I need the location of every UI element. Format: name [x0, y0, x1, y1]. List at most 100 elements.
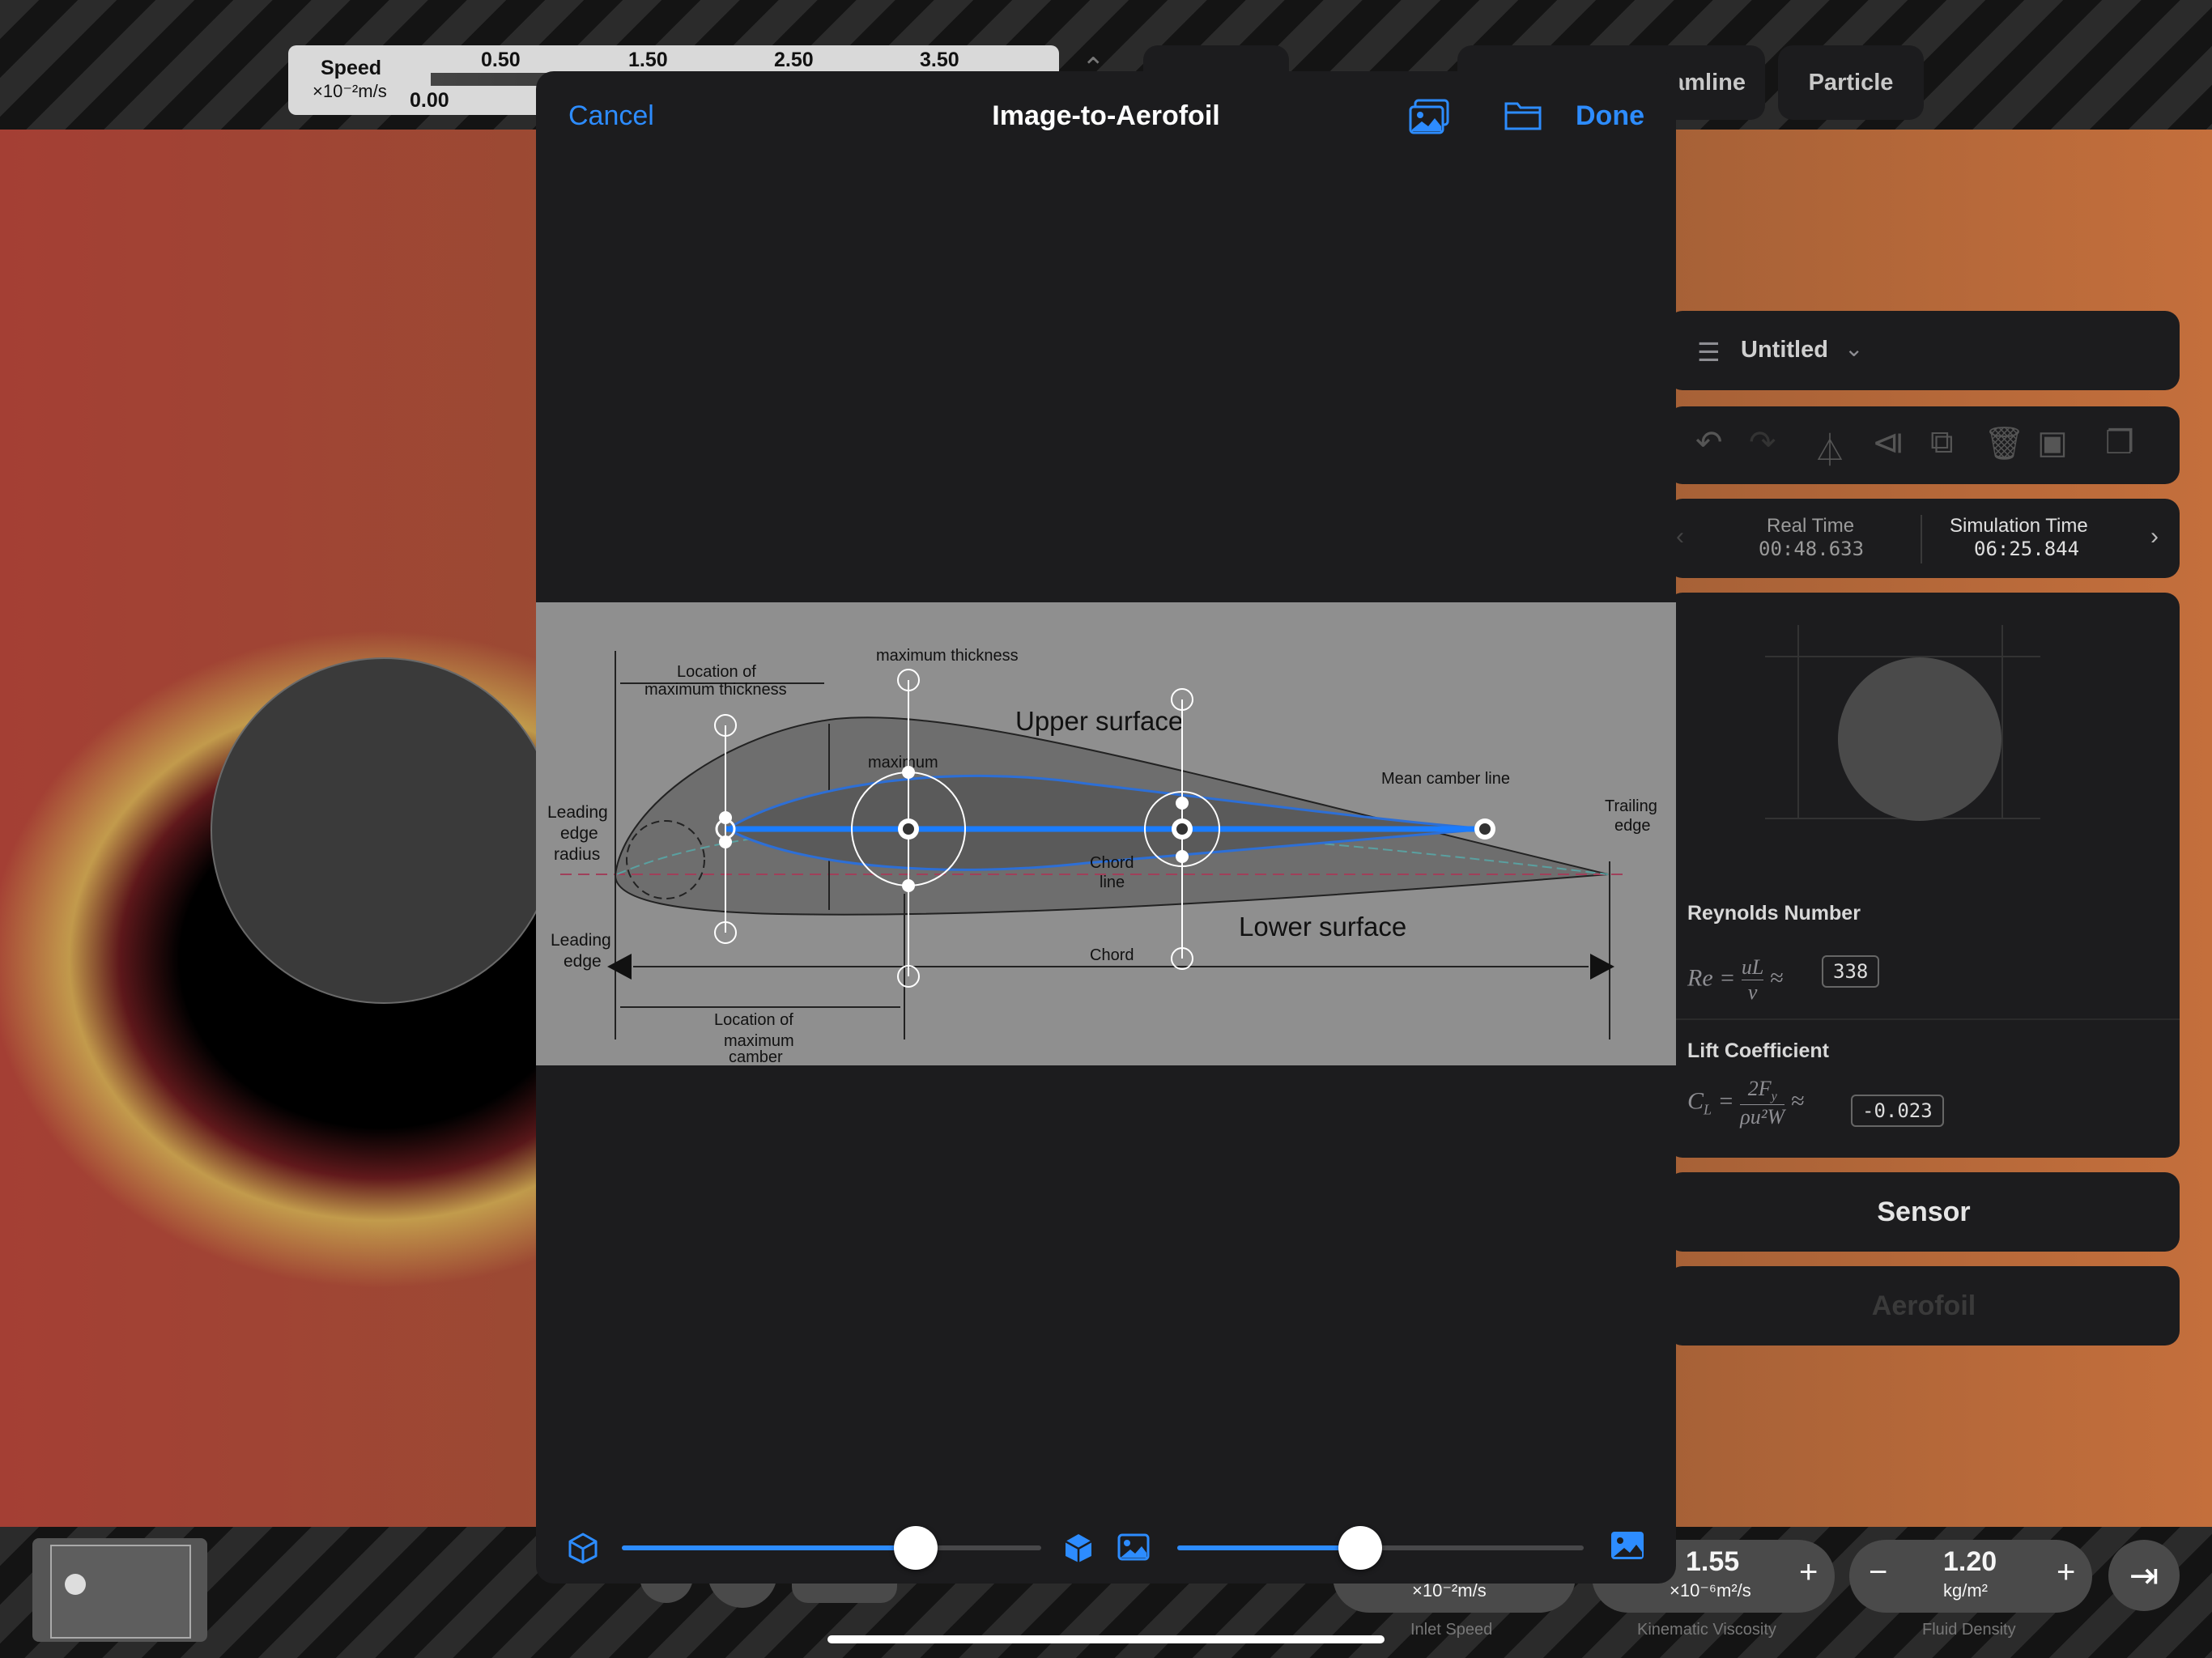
label-chord-line: Chord [1090, 854, 1134, 872]
density-minus-button[interactable]: − [1869, 1554, 1887, 1591]
list-icon: ☰ [1697, 338, 1721, 367]
sim-time-label: Simulation Time [1950, 515, 2088, 537]
density-stepper[interactable]: − 1.20 kg/m² + [1849, 1540, 2092, 1613]
time-divider [1921, 515, 1922, 563]
metric-divider [1668, 1018, 2180, 1020]
chord-arrow-right [1590, 954, 1614, 980]
sensor-button[interactable]: Sensor [1668, 1172, 2180, 1252]
done-button[interactable]: Done [1576, 100, 1644, 132]
label-loc-max-camber: maximum [724, 1032, 794, 1050]
edit-toolbar [1668, 406, 2180, 484]
speed-legend-tick: 0.50 [481, 49, 521, 71]
viscosity-caption: Kinematic Viscosity [1637, 1621, 1776, 1639]
folder-icon[interactable] [1504, 99, 1542, 131]
handle-center-dot [1176, 823, 1188, 835]
label-leading-edge: Leading [551, 931, 611, 950]
opacity-slider-thumb[interactable] [894, 1526, 938, 1570]
density-caption: Fluid Density [1922, 1621, 2016, 1639]
image-opacity-slider-thumb[interactable] [1338, 1526, 1382, 1570]
reynolds-value: 338 [1822, 955, 1880, 988]
aerofoil-diagram: Location of maximum thickness maximum th… [547, 647, 1657, 1065]
flip-vertical-icon[interactable]: ⏃ [1814, 424, 1846, 471]
duplicate-icon[interactable]: ⧉ [1930, 424, 1954, 461]
label-max-thickness: maximum thickness [876, 647, 1019, 665]
chevron-right-icon[interactable]: › [2150, 523, 2159, 551]
handle-lower-point[interactable] [902, 879, 915, 892]
label-le-radius: Leading [547, 803, 608, 822]
trash-icon[interactable]: 🗑 [1984, 424, 2025, 462]
flip-horizontal-icon[interactable]: ⧏ [1872, 424, 1904, 461]
source-image[interactable]: Location of maximum thickness maximum th… [536, 602, 1676, 1065]
speed-legend-min: 0.00 [410, 89, 449, 112]
reynolds-formula: Re = uL ν ≈ [1687, 955, 1784, 1004]
speed-legend-tick: 2.50 [774, 49, 814, 71]
collapse-panel-icon[interactable]: ⇥ [2108, 1540, 2180, 1611]
minimap[interactable] [32, 1538, 207, 1642]
shape-preview [1838, 657, 2001, 821]
aerofoil-button[interactable]: Aerofoil [1668, 1266, 2180, 1346]
image-large-icon [1611, 1532, 1644, 1559]
speed-legend-unit: ×10⁻²m/s [313, 81, 387, 101]
lift-title: Lift Coefficient [1687, 1039, 1829, 1062]
home-indicator [827, 1635, 1385, 1643]
handle-upper-point[interactable] [1176, 797, 1189, 810]
label-trailing-edge: edge [1614, 817, 1651, 835]
handle-upper-point[interactable] [902, 766, 915, 779]
viscosity-plus-button[interactable]: + [1799, 1554, 1818, 1591]
reynolds-title: Reynolds Number [1687, 902, 1861, 925]
label-leading-edge: edge [564, 952, 602, 971]
image-to-aerofoil-sheet: Cancel Image-to-Aerofoil Done Location o… [536, 71, 1676, 1584]
photo-library-icon[interactable] [1409, 99, 1451, 136]
undo-icon[interactable]: ↶ [1695, 424, 1723, 461]
handle-lower-point[interactable] [1176, 850, 1189, 863]
sim-time-value: 06:25.844 [1974, 538, 2080, 560]
label-upper-surface: Upper surface [1015, 706, 1183, 736]
image-small-icon [1117, 1533, 1150, 1561]
chevron-left-icon[interactable]: ‹ [1676, 523, 1684, 551]
trailing-edge-handle-dot [1479, 823, 1491, 835]
label-loc-max-thickness: Location of [677, 663, 756, 681]
opacity-slider-fill [622, 1545, 916, 1550]
cube-filled-icon [1065, 1534, 1092, 1562]
label-chord-line: line [1100, 874, 1125, 891]
preview-guide [1765, 656, 2040, 657]
density-unit: kg/m² [1943, 1580, 1988, 1601]
speed-legend-tick: 3.50 [920, 49, 959, 71]
viscosity-value: 1.55 [1686, 1546, 1740, 1577]
preview-guide [1797, 625, 1799, 819]
preview-guide [2001, 625, 2003, 819]
handle-center-dot [903, 823, 914, 835]
label-chord: Chord [1090, 946, 1134, 964]
redo-icon[interactable]: ↷ [1749, 424, 1776, 461]
chevron-down-icon: ⌄ [1844, 336, 1864, 361]
speed-legend-title: Speed [321, 57, 382, 79]
cube-outline-icon [568, 1533, 598, 1564]
label-le-radius: edge [560, 824, 598, 843]
obstacle-cylinder[interactable] [211, 657, 557, 1004]
lift-formula: CL = 2Fy ρu²W ≈ [1687, 1077, 1805, 1129]
label-trailing-edge: Trailing [1605, 797, 1657, 815]
label-mean-camber: Mean camber line [1381, 770, 1510, 788]
inlet-speed-caption: Inlet Speed [1410, 1621, 1493, 1639]
minimap-obstacle [65, 1574, 86, 1595]
copy-shape-icon[interactable]: ❐ [2105, 424, 2134, 461]
speed-legend-tick: 1.50 [628, 49, 668, 71]
time-panel [1668, 499, 2180, 578]
label-loc-max-camber: camber [729, 1048, 783, 1065]
image-opacity-slider-fill [1177, 1545, 1360, 1550]
density-value: 1.20 [1943, 1546, 1997, 1577]
label-le-radius: radius [554, 845, 600, 864]
chord-arrow-left [607, 954, 632, 980]
label-loc-max-thickness: maximum thickness [644, 681, 787, 699]
label-lower-surface: Lower surface [1239, 912, 1406, 942]
viscosity-unit: ×10⁻⁶m²/s [1670, 1580, 1751, 1601]
real-time-label: Real Time [1767, 515, 1855, 537]
frame-icon[interactable]: ▣ [2037, 424, 2068, 461]
tab-particle[interactable]: Particle [1778, 45, 1924, 120]
tab-particle-label: Particle [1808, 69, 1894, 96]
document-title: Untitled [1741, 337, 1828, 363]
density-plus-button[interactable]: + [2057, 1554, 2075, 1591]
label-loc-max-camber: Location of [714, 1011, 793, 1029]
lift-value: -0.023 [1851, 1095, 1944, 1127]
real-time-value: 00:48.633 [1759, 538, 1865, 560]
